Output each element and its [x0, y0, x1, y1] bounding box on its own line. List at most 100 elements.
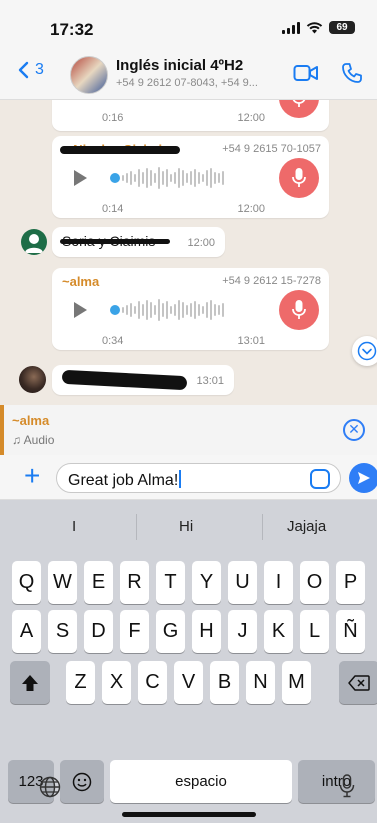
waveform-bar	[174, 304, 176, 316]
text-message[interactable]: Soria y Ciaimis 12:00	[52, 227, 225, 257]
chat-messages[interactable]: 0:16 12:00 ~ Nicolas Ciaimis +54 9 2615 …	[0, 100, 377, 405]
reply-preview[interactable]: ~alma ♫ Audio ✕	[0, 405, 377, 455]
message-time: 13:01	[237, 335, 265, 347]
status-bar: 17:32 69	[0, 0, 377, 50]
group-avatar[interactable]	[70, 56, 108, 94]
status-icons: 69	[282, 21, 355, 34]
chat-title[interactable]: Inglés inicial 4ºH2	[116, 57, 243, 74]
waveform-bar	[134, 306, 136, 314]
waveform-bar	[182, 302, 184, 318]
waveform-bar	[150, 170, 152, 186]
waveform-bar	[146, 300, 148, 320]
chat-header: 3 Inglés inicial 4ºH2 +54 9 2612 07-8043…	[0, 50, 377, 100]
waveform[interactable]	[122, 297, 224, 323]
waveform-bar	[194, 301, 196, 319]
mic-icon	[279, 100, 319, 118]
waveform-bar	[158, 167, 160, 189]
waveform-bar	[202, 306, 204, 314]
battery-icon: 69	[329, 21, 355, 34]
waveform-bar	[126, 173, 128, 183]
playback-position[interactable]	[110, 305, 120, 315]
sender-phone: +54 9 2612 15-7278	[222, 275, 321, 287]
avatar[interactable]	[19, 366, 46, 393]
waveform-bar	[222, 303, 224, 317]
waveform-bar	[218, 305, 220, 315]
reply-sender: ~alma	[12, 413, 50, 428]
waveform-bar	[210, 300, 212, 320]
waveform-bar	[182, 170, 184, 186]
play-icon[interactable]	[74, 170, 87, 186]
waveform-bar	[166, 169, 168, 187]
sticker-icon[interactable]	[310, 469, 330, 489]
sender-name[interactable]: ~alma	[62, 274, 99, 289]
video-call-icon[interactable]	[293, 63, 319, 83]
chevron-left-icon	[18, 61, 29, 79]
back-button[interactable]: 3	[18, 61, 44, 79]
status-time: 17:32	[50, 20, 94, 39]
play-icon[interactable]	[74, 302, 87, 318]
waveform-bar	[194, 169, 196, 187]
waveform-bar	[154, 173, 156, 183]
voice-message[interactable]: ~ Nicolas Ciaimis +54 9 2615 70-1057 0:1…	[52, 136, 329, 218]
dictation-mic-icon[interactable]	[339, 774, 355, 798]
redaction-mark	[60, 239, 170, 244]
reply-type: ♫ Audio	[12, 433, 55, 447]
waveform-bar	[190, 171, 192, 185]
text-caret	[179, 470, 182, 488]
waveform-bar	[178, 168, 180, 188]
globe-icon[interactable]	[39, 776, 61, 798]
waveform-bar	[138, 169, 140, 187]
chat-participants[interactable]: +54 9 2612 07-8043, +54 9...	[116, 77, 258, 89]
phone-call-icon[interactable]	[341, 62, 363, 84]
attach-plus-icon[interactable]: +	[24, 460, 40, 492]
avatar[interactable]	[21, 229, 47, 255]
waveform-bar	[218, 173, 220, 183]
waveform-bar	[178, 300, 180, 320]
keyboard-system-row	[0, 500, 377, 823]
unread-count: 3	[35, 61, 44, 78]
waveform-bar	[142, 172, 144, 184]
playback-position[interactable]	[110, 173, 120, 183]
send-button[interactable]	[349, 463, 377, 493]
close-reply-button[interactable]: ✕	[343, 419, 365, 441]
waveform-bar	[190, 303, 192, 317]
waveform-bar	[214, 304, 216, 316]
waveform-bar	[122, 307, 124, 313]
waveform-bar	[130, 303, 132, 317]
scroll-down-button[interactable]	[352, 336, 377, 366]
message-time: 12:00	[237, 203, 265, 215]
waveform-bar	[130, 171, 132, 185]
waveform-bar	[142, 304, 144, 316]
waveform-bar	[154, 305, 156, 315]
message-time: 12:00	[237, 112, 265, 124]
waveform-bar	[222, 171, 224, 185]
waveform-bar	[210, 168, 212, 188]
chevron-down-icon	[357, 341, 377, 361]
text-message[interactable]: 13:01	[52, 365, 234, 395]
waveform-bar	[198, 304, 200, 316]
waveform-bar	[206, 302, 208, 318]
message-time: 13:01	[196, 375, 224, 387]
message-input[interactable]: Great job Alma!	[56, 463, 341, 493]
redaction-mark	[60, 146, 180, 154]
message-input-text: Great job Alma!	[68, 472, 179, 489]
waveform-bar	[198, 172, 200, 184]
waveform-bar	[202, 174, 204, 182]
waveform-bar	[186, 173, 188, 183]
waveform-bar	[150, 302, 152, 318]
waveform-bar	[206, 170, 208, 186]
mic-icon	[279, 158, 319, 198]
voice-duration: 0:34	[102, 335, 124, 347]
home-indicator	[122, 812, 256, 817]
wifi-icon	[306, 21, 323, 33]
waveform[interactable]	[122, 165, 224, 191]
voice-message[interactable]: 0:16 12:00	[52, 100, 329, 131]
signal-icon	[282, 21, 300, 34]
waveform-bar	[170, 174, 172, 182]
voice-message[interactable]: ~alma +54 9 2612 15-7278 0:34 13:01	[52, 268, 329, 350]
waveform-bar	[166, 301, 168, 319]
sender-phone: +54 9 2615 70-1057	[222, 143, 321, 155]
waveform-bar	[162, 171, 164, 185]
waveform-bar	[170, 306, 172, 314]
waveform-bar	[174, 172, 176, 184]
